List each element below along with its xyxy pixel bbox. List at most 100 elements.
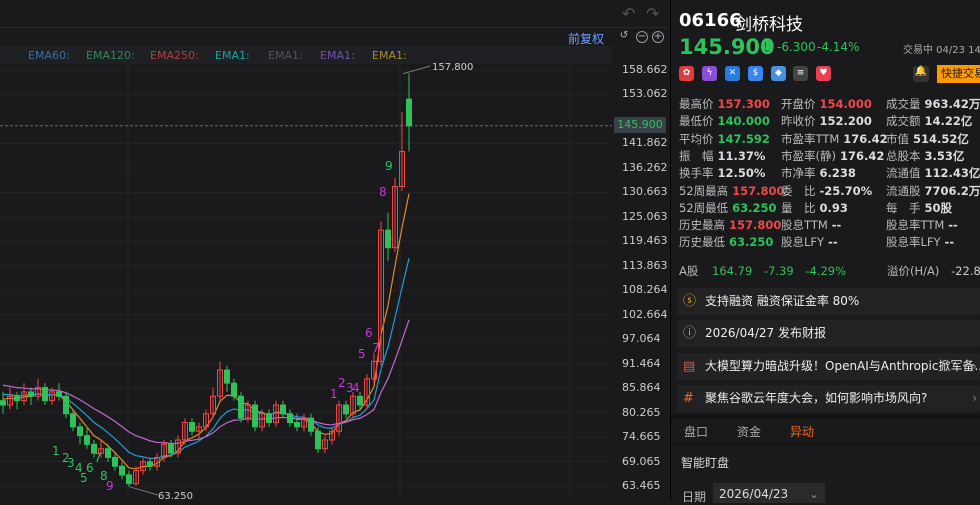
candle <box>169 444 174 453</box>
quote-item: 历史最高157.800 <box>679 217 781 233</box>
candle <box>78 427 83 436</box>
candle <box>316 431 321 448</box>
premium-value: -22.80 <box>951 264 980 278</box>
quote-value: 152.200 <box>820 114 872 128</box>
dollar-icon[interactable]: $ <box>748 66 763 81</box>
td-sequential-marker: 2 <box>338 376 346 390</box>
quote-value: 147.592 <box>718 132 770 146</box>
candle <box>57 392 62 396</box>
candle <box>190 422 195 431</box>
margin-card[interactable]: ⓢ支持融资 融资保证金率 80% <box>677 288 980 315</box>
y-tick-label: 119.463 <box>622 234 668 247</box>
quote-value: -- <box>828 235 838 249</box>
y-tick-label: 69.065 <box>622 455 661 468</box>
quote-label: 换手率 <box>679 166 714 180</box>
candlestick-plot[interactable]: 123456789123456789157.80063.250 <box>0 0 612 500</box>
quote-item: 历史最低63.250 <box>679 234 773 250</box>
quote-label: 52周最高 <box>679 184 728 198</box>
bell-icon[interactable]: 🔔 <box>913 66 929 82</box>
quote-value: 0.93 <box>820 201 848 215</box>
smart-watch-title: 智能盯盘 <box>681 454 729 471</box>
quote-item: 总股本3.53亿 <box>886 148 964 164</box>
candle <box>309 418 314 431</box>
quote-item: 振 幅11.37% <box>679 148 765 164</box>
y-tick-label: 80.265 <box>622 406 661 419</box>
favorite-heart-icon[interactable]: ♥ <box>816 66 831 81</box>
hk-flag-icon[interactable]: ✿ <box>679 66 694 81</box>
quote-value: 963.42万 <box>925 97 980 111</box>
quote-value: -- <box>945 235 955 249</box>
quote-item: 成交额14.22亿 <box>886 113 972 129</box>
td-sequential-marker: 4 <box>352 381 360 395</box>
quote-item: 52周最高157.800 <box>679 183 785 199</box>
candle <box>281 405 286 414</box>
date-value: 2026/04/23 <box>719 487 788 501</box>
quick-trade-button[interactable]: 快捷交易 <box>937 65 980 83</box>
candle <box>15 396 20 400</box>
quote-item: 股息LFY -- <box>781 234 838 250</box>
back-arrow-icon[interactable]: ↶ <box>622 4 635 23</box>
candle <box>239 396 244 418</box>
candle <box>407 99 412 126</box>
quote-label: 最高价 <box>679 97 714 111</box>
note-icon[interactable]: ≡ <box>793 66 808 81</box>
reset-icon[interactable]: ↺ <box>618 31 630 43</box>
quote-label: 股息率LFY <box>886 235 941 249</box>
tab-orderbook[interactable]: 盘口 <box>684 423 708 440</box>
low-price-label: 63.250 <box>158 491 193 500</box>
quote-label: 平均价 <box>679 132 714 146</box>
tab-capital[interactable]: 资金 <box>737 423 761 440</box>
y-tick-label: 125.063 <box>622 210 668 223</box>
y-tick-label: 158.662 <box>622 63 668 76</box>
zoom-in-icon[interactable]: + <box>652 31 664 43</box>
news-card[interactable]: ▤大模型算力暗战升级！OpenAI与Anthropic掀军备...› <box>677 353 980 380</box>
candle <box>1 401 6 405</box>
y-tick-label: 153.062 <box>622 87 668 100</box>
quote-label: 成交量 <box>886 97 921 111</box>
earnings-card[interactable]: ⓘ2026/04/27 发布财报 <box>677 320 980 347</box>
y-tick-label: 108.264 <box>622 283 668 296</box>
td-sequential-marker: 6 <box>86 461 94 475</box>
date-label: 日期 <box>682 488 706 505</box>
candle <box>106 449 111 458</box>
td-sequential-marker: 1 <box>330 387 338 401</box>
quote-value: -- <box>948 218 958 232</box>
candle <box>71 414 76 427</box>
forward-arrow-icon[interactable]: ↷ <box>646 4 659 23</box>
price-change: -6.300 <box>777 40 816 54</box>
quote-label: 市盈率(静) <box>781 149 836 163</box>
tag-icon[interactable]: ◆ <box>771 66 786 81</box>
card-text: 聚焦谷歌云年度大会，如何影响市场风向? <box>705 391 927 405</box>
quote-value: 514.52亿 <box>913 132 969 146</box>
quote-value: 50股 <box>925 201 953 215</box>
quote-item: 成交量 963.42万 <box>886 96 980 112</box>
quote-value: 176.42 <box>840 149 884 163</box>
quote-item: 股息率TTM-- <box>886 217 958 233</box>
y-tick-label: 141.862 <box>622 136 668 149</box>
quote-item: 市值514.52亿 <box>886 131 969 147</box>
card-text: 2026/04/27 发布财报 <box>705 326 826 340</box>
quote-label: 流通股 <box>886 184 921 198</box>
quote-value: 3.53亿 <box>925 149 965 163</box>
y-tick-label: 102.664 <box>622 308 668 321</box>
shuffle-icon[interactable]: ✕ <box>725 66 740 81</box>
flash-icon[interactable]: ϟ <box>702 66 717 81</box>
high-price-label: 157.800 <box>432 62 473 73</box>
quote-value: -25.70% <box>820 184 873 198</box>
tab-bar <box>671 415 980 445</box>
quote-label: 52周最低 <box>679 201 728 215</box>
candle <box>64 396 69 413</box>
premium-row: 溢价(H/A) -22.80 <box>887 263 980 279</box>
candle <box>344 405 349 414</box>
td-sequential-marker: 5 <box>358 347 366 361</box>
candle <box>267 414 272 423</box>
quote-label: 股息LFY <box>781 235 824 249</box>
zoom-out-icon[interactable]: − <box>636 31 648 43</box>
kline-chart-panel[interactable]: ↶ ↷ 前复权 ↺ − + EMA60:EMA120:EMA250:EMA1:E… <box>0 0 668 500</box>
low-leader-line <box>130 487 158 495</box>
quote-label: 历史最低 <box>679 235 725 249</box>
dollar-circle-icon: ⓢ <box>683 288 696 315</box>
topic-card[interactable]: #聚焦谷歌云年度大会，如何影响市场风向?› <box>677 385 980 412</box>
tab-movement[interactable]: 异动 <box>790 423 814 440</box>
date-select[interactable]: 2026/04/23⌄ <box>713 483 825 503</box>
